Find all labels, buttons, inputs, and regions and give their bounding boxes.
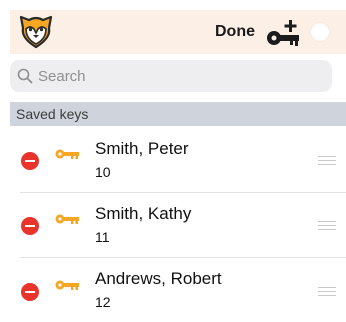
fox-logo-icon[interactable]	[18, 14, 54, 50]
search-bar	[10, 60, 332, 92]
key-owner-name: Andrews, Robert	[95, 269, 222, 288]
section-header: Saved keys	[10, 102, 346, 126]
toggle-knob[interactable]	[311, 23, 329, 41]
list-item[interactable]: Smith, Peter 10	[0, 128, 346, 192]
delete-icon[interactable]	[21, 283, 39, 301]
navigation-bar: Done	[10, 10, 346, 54]
key-number: 12	[95, 294, 111, 310]
drag-handle-icon[interactable]	[318, 287, 336, 297]
list-item[interactable]: Smith, Kathy 11	[0, 193, 346, 257]
section-title: Saved keys	[16, 106, 89, 122]
key-icon	[55, 147, 81, 159]
delete-icon[interactable]	[21, 152, 39, 170]
list-item[interactable]: Andrews, Robert 12	[0, 258, 346, 322]
drag-handle-icon[interactable]	[318, 221, 336, 231]
key-icon	[55, 212, 81, 224]
delete-icon[interactable]	[21, 217, 39, 235]
search-input[interactable]	[38, 60, 318, 92]
key-number: 11	[95, 229, 110, 245]
key-number: 10	[95, 164, 111, 180]
add-key-icon[interactable]	[266, 18, 302, 48]
search-icon	[17, 68, 33, 84]
key-owner-name: Smith, Kathy	[95, 204, 192, 223]
key-icon	[55, 278, 81, 290]
drag-handle-icon[interactable]	[318, 156, 336, 166]
key-owner-name: Smith, Peter	[95, 139, 189, 158]
done-button[interactable]: Done	[215, 10, 255, 54]
